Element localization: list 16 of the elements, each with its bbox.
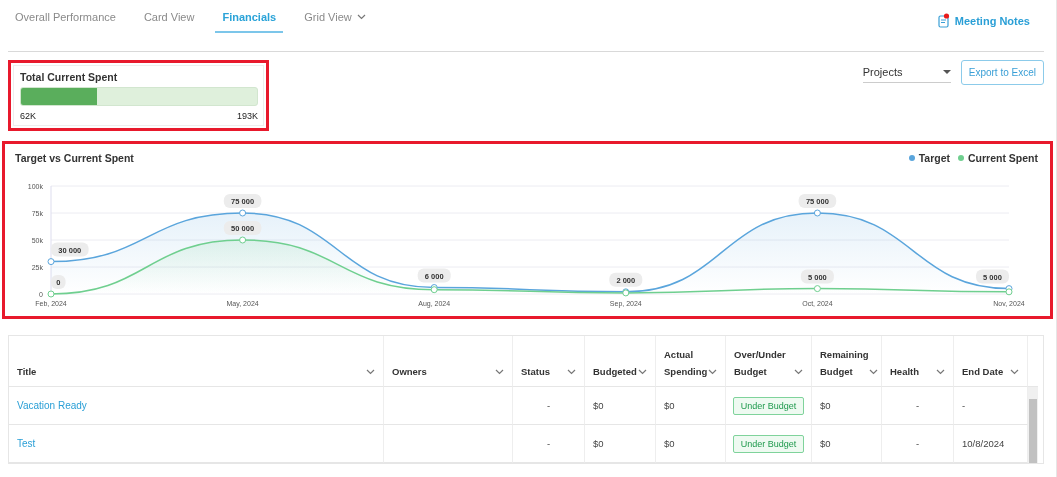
table-cell: - — [513, 387, 585, 425]
table-cell: - — [513, 425, 585, 463]
budget-status-badge: Under Budget — [732, 396, 805, 415]
budget-status-badge: Under Budget — [732, 434, 805, 453]
table-cell: $0 — [812, 425, 882, 463]
card-title: Total Current Spent — [20, 71, 119, 83]
table-cell: $0 — [812, 387, 882, 425]
table-cell: - — [882, 387, 954, 425]
max-label: 193K — [236, 111, 258, 121]
chart-title: Target vs Current Spent — [15, 152, 134, 164]
table-cell: $0 — [585, 387, 656, 425]
table-cell: $0 — [585, 425, 656, 463]
table-cell: - — [882, 425, 954, 463]
table-cell: $0 — [656, 425, 726, 463]
min-label: 62K — [20, 111, 36, 121]
table-cell: $0 — [656, 387, 726, 425]
